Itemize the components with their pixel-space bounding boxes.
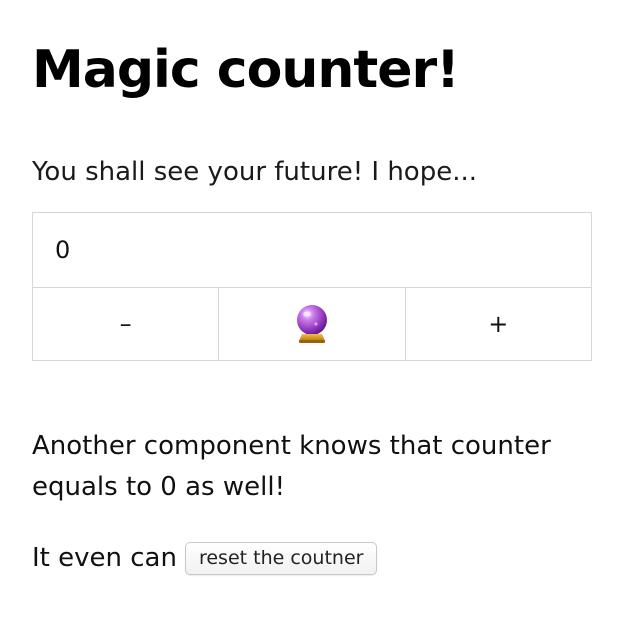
page: Magic counter! You shall see your future… [32, 30, 592, 575]
reset-counter-button[interactable]: reset the coutner [184, 541, 378, 575]
counter-controls: – + [33, 288, 591, 360]
magic-button[interactable] [219, 288, 406, 360]
crystal-ball-icon [296, 305, 327, 343]
reset-prefix: It even can [32, 543, 177, 573]
page-title: Magic counter! [32, 40, 460, 100]
counter-value: 0 [55, 236, 71, 264]
counter-widget: 0 – + [32, 212, 592, 361]
increment-button[interactable]: + [405, 288, 591, 360]
counter-display: 0 [33, 213, 591, 288]
decrement-label: – [119, 310, 132, 338]
shared-counter-note: Another component knows that counter equ… [32, 431, 551, 502]
subtitle: You shall see your future! I hope... [32, 157, 477, 187]
decrement-button[interactable]: – [33, 288, 220, 360]
reset-line: It even can reset the coutner [32, 538, 378, 578]
increment-label: + [488, 310, 509, 338]
